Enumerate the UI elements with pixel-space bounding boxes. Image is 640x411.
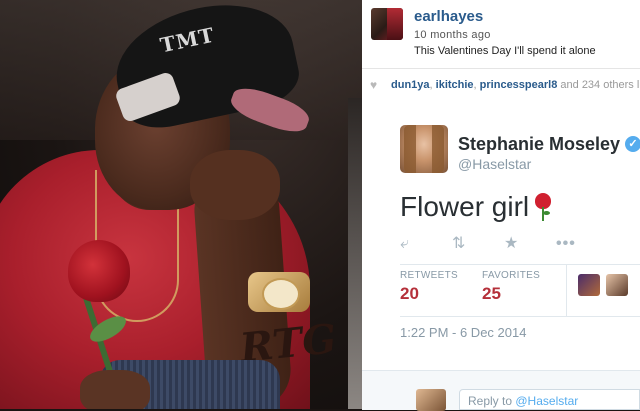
like-count[interactable]: 234 <box>582 79 600 91</box>
current-user-avatar <box>416 389 446 411</box>
rose <box>68 240 130 302</box>
like-user[interactable]: princesspearl8 <box>480 79 558 91</box>
photo-edge <box>348 98 362 409</box>
watch-face <box>262 278 300 310</box>
reply-input[interactable]: Reply to @Haselstar <box>459 389 640 410</box>
tweet-avatar[interactable] <box>400 125 448 173</box>
reply-icon[interactable]: ⤶ <box>400 235 409 253</box>
like-user[interactable]: dun1ya <box>391 79 430 91</box>
reply-mention: @Haselstar <box>515 394 579 408</box>
hand-holding-rose <box>80 370 150 409</box>
star-icon[interactable]: ★ <box>504 235 518 253</box>
photo: TMT RTG <box>0 0 362 409</box>
like-separator: , <box>429 79 433 91</box>
rose-emoji-icon <box>534 193 552 223</box>
like-user[interactable]: ikitchie <box>436 79 474 91</box>
instagram-time: 10 months ago <box>414 29 491 41</box>
reply-prefix: Reply to <box>468 394 513 408</box>
reply-bar: Reply to @Haselstar <box>362 370 640 411</box>
favorites-count[interactable]: 25 <box>482 284 501 304</box>
tweet-card: Stephanie Moseley ✓ @Haselstar Flower gi… <box>362 98 640 411</box>
hand <box>190 150 280 220</box>
favoriter-avatar[interactable] <box>578 274 600 296</box>
instagram-post: earlhayes 10 months ago This Valentines … <box>362 0 640 98</box>
retweets-count[interactable]: 20 <box>400 284 419 304</box>
verified-badge-icon: ✓ <box>625 136 640 152</box>
tweet-display-name[interactable]: Stephanie Moseley <box>458 134 620 155</box>
favoriter-avatar[interactable] <box>606 274 628 296</box>
more-icon[interactable]: ••• <box>556 235 576 253</box>
tweet-divider <box>400 264 640 265</box>
favorites-label[interactable]: FAVORITES <box>482 270 540 281</box>
instagram-avatar[interactable] <box>371 8 403 40</box>
like-separator: , <box>473 79 477 91</box>
tweet-text: Flower girl <box>400 191 530 222</box>
instagram-caption: This Valentines Day I'll spend it alone <box>414 45 596 57</box>
tweet-divider <box>400 316 640 317</box>
tweet-actions: ⤶ ⇅ ★ ••• <box>400 235 640 253</box>
like-and: and <box>560 79 579 91</box>
heart-icon[interactable]: ♥ <box>370 78 377 92</box>
instagram-likes: dun1ya, ikitchie, princesspearl8 and 234… <box>391 79 640 91</box>
retweet-icon[interactable]: ⇅ <box>452 235 465 253</box>
tweet-timestamp[interactable]: 1:22 PM - 6 Dec 2014 <box>400 325 526 340</box>
like-suffix: others lik <box>603 79 640 91</box>
tweet-handle[interactable]: @Haselstar <box>458 156 531 172</box>
retweets-label[interactable]: RETWEETS <box>400 270 458 281</box>
stats-divider <box>566 264 567 316</box>
instagram-divider <box>362 68 640 69</box>
instagram-username[interactable]: earlhayes <box>414 8 483 25</box>
